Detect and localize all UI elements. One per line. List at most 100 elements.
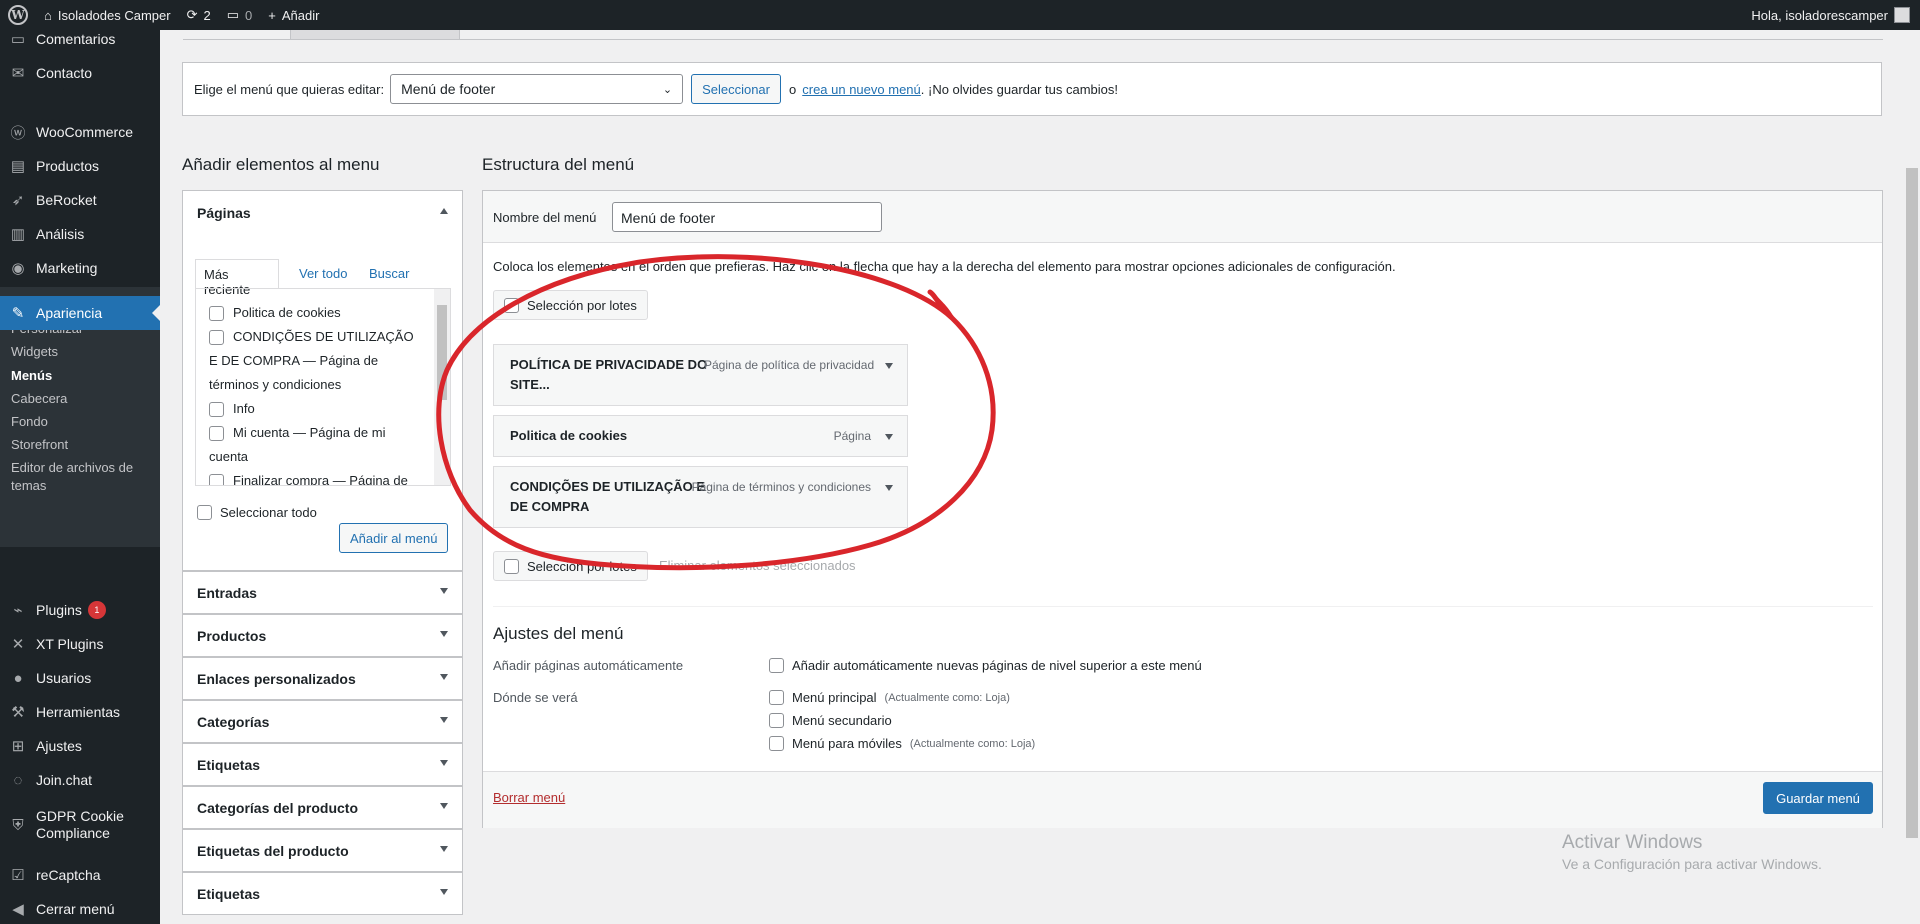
menu-item-privacy[interactable]: POLÍTICA DE PRIVACIDADE DO SITE... Págin…: [493, 344, 908, 406]
location-primary[interactable]: Menú principal (Actualmente como: Loja): [769, 690, 1010, 705]
sidebar-item-label: GDPR Cookie Compliance: [36, 808, 124, 841]
expand-arrow-icon[interactable]: [885, 485, 893, 491]
checkbox[interactable]: [209, 330, 224, 345]
site-name-link[interactable]: ⌂ Isoladodes Camper: [36, 0, 179, 30]
sidebar-item-herramientas[interactable]: ⚒ Herramientas: [0, 695, 160, 729]
menu-item-terms[interactable]: CONDIÇÕES DE UTILIZAÇÃO E DE COMPRA Pági…: [493, 466, 908, 528]
checkbox[interactable]: [209, 402, 224, 417]
select-menu-button[interactable]: Seleccionar: [691, 74, 781, 104]
sidebar-item-label: BeRocket: [36, 192, 97, 208]
accordion-title: Enlaces personalizados: [197, 670, 356, 687]
add-new-link[interactable]: + Añadir: [260, 0, 327, 30]
sidebar-item-xt-plugins[interactable]: ✕ XT Plugins: [0, 627, 160, 661]
accordion-section[interactable]: Entradas: [182, 571, 463, 614]
bulk-select-bottom[interactable]: Selección por lotes: [493, 551, 648, 581]
tab-search[interactable]: Buscar: [369, 266, 409, 281]
location-checkbox[interactable]: [769, 713, 784, 728]
sidebar-item-marketing[interactable]: ◉ Marketing: [0, 251, 160, 285]
wrench-icon: ⚒: [11, 704, 25, 721]
accordion-title: Categorías del producto: [197, 799, 359, 816]
accordion-section[interactable]: Categorías del producto: [182, 786, 463, 829]
accordion-title: Categorías: [197, 713, 270, 730]
accordion-section[interactable]: Productos: [182, 614, 463, 657]
location-name: Menú para móviles: [792, 736, 902, 751]
sidebar-item-gdpr-cookie-compliance[interactable]: ⛨ GDPR Cookie Compliance: [0, 803, 160, 847]
tab-view-all[interactable]: Ver todo: [299, 266, 347, 281]
collapse-arrow-icon[interactable]: [440, 208, 448, 214]
checkbox[interactable]: [209, 426, 224, 441]
add-to-menu-button[interactable]: Añadir al menú: [339, 523, 449, 553]
manage-menus-bar: Elige el menú que quieras editar: Menú d…: [182, 62, 1882, 116]
tab-most-recent[interactable]: Más reciente: [195, 259, 279, 297]
comments-link[interactable]: ▭ 0: [219, 0, 261, 30]
menu-name-input[interactable]: Menú de footer: [612, 202, 882, 232]
accordion-section[interactable]: Etiquetas: [182, 872, 463, 915]
menu-select[interactable]: Menú de footer ⌄: [390, 74, 684, 104]
list-item[interactable]: Mi cuenta — Página de mi cuenta: [209, 421, 419, 469]
sidebar-item-label: Cerrar menú: [36, 901, 115, 917]
sidebar-item-comentarios[interactable]: ▭ Comentarios: [0, 30, 160, 56]
menu-item-title: Politica de cookies: [510, 428, 628, 443]
expand-arrow-icon[interactable]: [885, 363, 893, 369]
checkbox[interactable]: [209, 306, 224, 321]
submenu-item-cabecera[interactable]: Cabecera: [11, 390, 67, 408]
bulk-select-top[interactable]: Selección por lotes: [493, 290, 648, 320]
sidebar-item-berocket[interactable]: ➶ BeRocket: [0, 183, 160, 217]
submenu-item-widgets[interactable]: Widgets: [11, 343, 58, 361]
sidebar-item-cerrar-menú[interactable]: ◀ Cerrar menú: [0, 892, 160, 924]
menu-item-title: CONDIÇÕES DE UTILIZAÇÃO E DE COMPRA: [510, 479, 706, 514]
watermark-title: Activar Windows: [1562, 832, 1703, 853]
scrollbar[interactable]: [434, 289, 450, 485]
accordion-section[interactable]: Etiquetas del producto: [182, 829, 463, 872]
delete-menu-link[interactable]: Borrar menú: [493, 790, 565, 805]
sidebar-item-análisis[interactable]: ▥ Análisis: [0, 217, 160, 251]
save-menu-button[interactable]: Guardar menú: [1763, 782, 1873, 814]
location-checkbox[interactable]: [769, 736, 784, 751]
location-checkbox[interactable]: [769, 690, 784, 705]
sidebar-item-join-chat[interactable]: ◌ Join.chat: [0, 763, 160, 797]
sidebar-item-productos[interactable]: ▤ Productos: [0, 149, 160, 183]
page-scrollbar-thumb[interactable]: [1906, 168, 1918, 838]
sidebar-item-usuarios[interactable]: ● Usuarios: [0, 661, 160, 695]
submenu-item-fondo[interactable]: Fondo: [11, 413, 48, 431]
auto-add-option[interactable]: Añadir automáticamente nuevas páginas de…: [769, 658, 1202, 673]
submenu-item-storefront[interactable]: Storefront: [11, 436, 68, 454]
list-item[interactable]: Info: [209, 397, 409, 421]
remove-selected-link[interactable]: Eliminar elementos seleccionados: [659, 558, 856, 573]
accordion-title: Etiquetas: [197, 756, 261, 773]
accordion-section[interactable]: Enlaces personalizados: [182, 657, 463, 700]
sidebar-item-label: Herramientas: [36, 704, 121, 720]
checkbox[interactable]: [209, 474, 224, 485]
plugin-icon: ⌁: [13, 602, 23, 619]
select-all[interactable]: Seleccionar todo: [197, 505, 317, 520]
updates-link[interactable]: ⟳ 2: [179, 0, 219, 30]
submenu-item-editor-de-archivos-de-temas[interactable]: Editor de archivos de temas: [11, 459, 151, 495]
plus-icon: +: [268, 7, 276, 23]
select-all-checkbox[interactable]: [197, 505, 212, 520]
sidebar-item-apariencia[interactable]: ✎ Apariencia: [0, 296, 160, 330]
sidebar-item-plugins[interactable]: ⌁ Plugins 1: [0, 593, 160, 627]
tab-manage-locations[interactable]: [290, 30, 460, 40]
scrollbar-thumb[interactable]: [437, 305, 447, 400]
auto-add-checkbox[interactable]: [769, 658, 784, 673]
my-account-link[interactable]: Hola, isoladorescamper: [1751, 7, 1920, 23]
menu-item-cookies[interactable]: Politica de cookies Página: [493, 415, 908, 457]
sidebar-item-contacto[interactable]: ✉ Contacto: [0, 56, 160, 90]
accordion-section[interactable]: Categorías: [182, 700, 463, 743]
accordion-section[interactable]: Etiquetas: [182, 743, 463, 786]
location-secondary[interactable]: Menú secundario: [769, 713, 892, 728]
wordpress-logo[interactable]: W: [0, 0, 36, 30]
list-item[interactable]: Finalizar compra — Página de: [209, 469, 429, 485]
submenu-item-menús[interactable]: Menús: [11, 367, 52, 385]
list-item[interactable]: Politica de cookies: [209, 301, 409, 325]
sidebar-item-recaptcha[interactable]: ☑ reCaptcha: [0, 858, 160, 892]
updates-count: 2: [203, 7, 211, 23]
bulk-select-checkbox[interactable]: [504, 297, 519, 313]
create-menu-link[interactable]: crea un nuevo menú: [802, 82, 921, 97]
expand-arrow-icon[interactable]: [885, 434, 893, 440]
list-item[interactable]: CONDIÇÕES DE UTILIZAÇÃO E DE COMPRA — Pá…: [209, 325, 419, 397]
location-mobile[interactable]: Menú para móviles (Actualmente como: Loj…: [769, 736, 1035, 751]
sidebar-item-woocommerce[interactable]: ⓦ WooCommerce: [0, 115, 160, 149]
bulk-select-checkbox[interactable]: [504, 558, 519, 574]
sidebar-item-ajustes[interactable]: ⊞ Ajustes: [0, 729, 160, 763]
